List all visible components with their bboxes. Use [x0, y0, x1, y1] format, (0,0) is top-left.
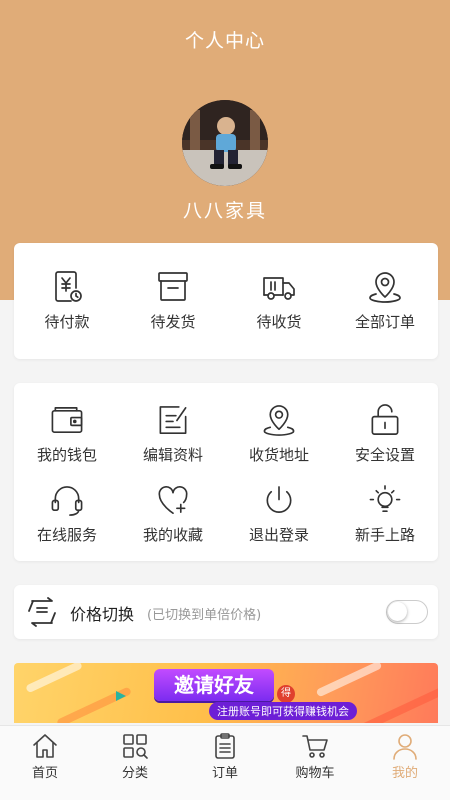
home-icon: [33, 734, 57, 758]
menu-logout[interactable]: 退出登录: [226, 465, 332, 545]
menu-favorites-label: 我的收藏: [142, 526, 203, 544]
tab-category-label: 分类: [121, 766, 148, 781]
bulb-icon: [369, 485, 401, 513]
tab-cart-label: 购物车: [295, 766, 335, 781]
user-icon: [393, 734, 417, 760]
address-pin-icon: [263, 405, 295, 436]
tab-home[interactable]: 首页: [0, 726, 90, 800]
menu-address-label: 收货地址: [248, 446, 309, 464]
menu-wallet[interactable]: 我的钱包: [14, 385, 120, 465]
page-title: 个人中心: [184, 30, 265, 52]
heart-plus-icon: [158, 486, 188, 514]
wallet-icon: [51, 407, 83, 433]
order-pending-payment[interactable]: 待付款: [14, 243, 120, 359]
menu-beginner-guide-label: 新手上路: [354, 526, 415, 544]
order-all-label: 全部订单: [354, 313, 415, 331]
menu-edit-profile[interactable]: 编辑资料: [120, 385, 226, 465]
toggle-knob: [388, 602, 407, 621]
tab-orders-label: 订单: [211, 766, 238, 781]
play-triangle-icon: [116, 691, 126, 701]
box-icon: [158, 272, 188, 301]
menu-favorites[interactable]: 我的收藏: [120, 465, 226, 545]
price-switch-hint: (已切换到单倍价格): [147, 608, 262, 623]
menu-beginner-guide[interactable]: 新手上路: [332, 465, 438, 545]
order-all[interactable]: 全部订单: [332, 243, 438, 359]
order-pending-receipt[interactable]: 待收货: [226, 243, 332, 359]
menu-edit-profile-label: 编辑资料: [142, 446, 203, 464]
edit-icon: [159, 406, 187, 434]
price-switch-toggle[interactable]: [386, 600, 428, 624]
headset-icon: [51, 486, 83, 516]
truck-icon: [263, 277, 295, 300]
tab-cart[interactable]: 购物车: [270, 726, 360, 800]
location-pin-icon: [369, 272, 401, 303]
banner-subtitle: 注册账号即可获得赚钱机会: [209, 702, 357, 720]
lock-icon: [371, 404, 399, 435]
banner-badge: 得: [277, 685, 295, 703]
menu-security[interactable]: 安全设置: [332, 385, 438, 465]
invite-friends-banner[interactable]: 邀请好友 得 注册账号即可获得赚钱机会: [14, 663, 438, 723]
order-pending-receipt-label: 待收货: [256, 313, 302, 331]
category-icon: [123, 734, 148, 759]
order-pending-shipment-label: 待发货: [150, 313, 196, 331]
tab-orders[interactable]: 订单: [180, 726, 270, 800]
tab-home-label: 首页: [31, 766, 58, 781]
banner-title: 邀请好友: [154, 669, 274, 701]
cart-icon: [302, 735, 328, 758]
menu-logout-label: 退出登录: [248, 526, 309, 544]
avatar-photo: [182, 100, 268, 186]
clipboard-icon: [215, 733, 235, 759]
switch-arrows-icon: [26, 597, 58, 627]
power-icon: [266, 486, 292, 513]
menu-address[interactable]: 收货地址: [226, 385, 332, 465]
order-pending-shipment[interactable]: 待发货: [120, 243, 226, 359]
order-pending-payment-label: 待付款: [44, 313, 90, 331]
menu-online-service[interactable]: 在线服务: [14, 465, 120, 545]
pending-payment-icon: [55, 271, 82, 302]
menu-security-label: 安全设置: [354, 446, 415, 464]
menu-wallet-label: 我的钱包: [36, 446, 97, 464]
tab-mine[interactable]: 我的: [360, 726, 450, 800]
tab-category[interactable]: 分类: [90, 726, 180, 800]
tools-card: 我的钱包 编辑资料 收货地址 安全设置 在线服务 我的收藏 退出登录 新手上路: [14, 383, 438, 561]
orders-card: 待付款 待发货 待收货 全部订单: [14, 243, 438, 359]
user-name: 八八家具: [182, 200, 267, 222]
bottom-tab-bar: 首页 分类 订单 购物车 我的: [0, 725, 450, 800]
tab-mine-label: 我的: [391, 766, 418, 781]
avatar[interactable]: [182, 100, 268, 186]
price-switch-card: 价格切换 (已切换到单倍价格): [14, 585, 438, 639]
menu-online-service-label: 在线服务: [36, 526, 97, 544]
price-switch-label: 价格切换: [70, 605, 135, 624]
